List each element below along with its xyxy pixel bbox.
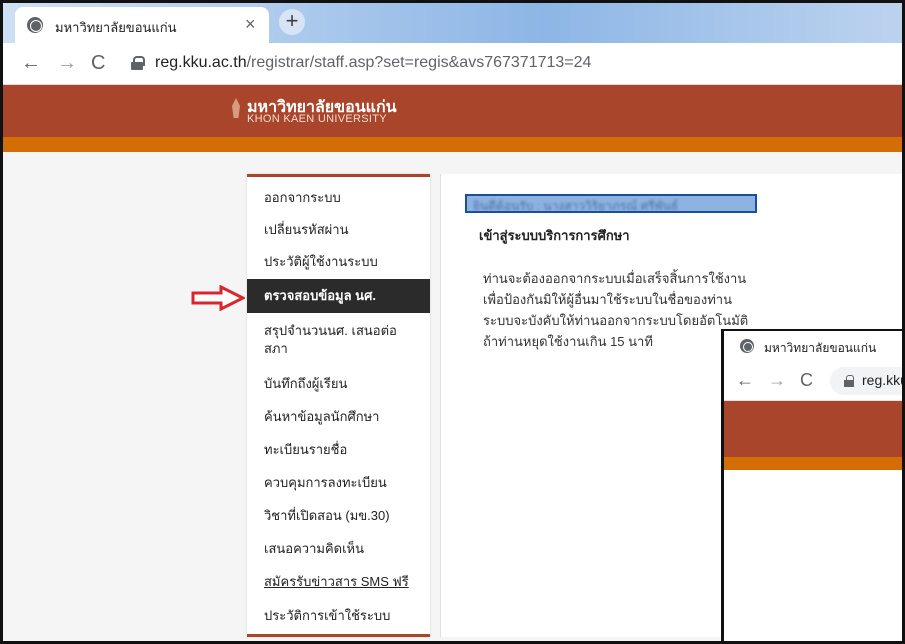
menu-item-sms-subscribe[interactable]: สมัครรับข่าวสาร SMS ฟรี <box>247 573 430 591</box>
forward-arrow-icon[interactable]: → <box>57 52 77 75</box>
forward-arrow-icon[interactable]: → <box>768 370 786 391</box>
menu-item-change-password[interactable]: เปลี่ยนรหัสผ่าน <box>247 221 430 239</box>
address-bar: ← → C reg.kku.ac.th/registrar/staff.asp?… <box>3 43 902 85</box>
new-tab-button[interactable]: + <box>279 9 305 35</box>
back-arrow-icon[interactable]: ← <box>21 52 41 75</box>
university-header: มหาวิทยาลัยขอนแก่น KHON KAEN UNIVERSITY <box>3 85 902 137</box>
menu-item-learner-notes[interactable]: บันทึกถึงผู้เรียน <box>247 375 430 393</box>
url-host: reg.kku.ac.th <box>155 54 247 71</box>
page-title: เข้าสู่ระบบบริการการศึกษา <box>479 228 630 243</box>
overlay-tab-title[interactable]: มหาวิทยาลัยขอนแก่น <box>764 339 876 358</box>
browser-tab-strip: มหาวิทยาลัยขอนแก่น × + <box>3 3 902 43</box>
orange-band <box>3 137 902 152</box>
overlay-browser-window: มหาวิทยาลัยขอนแก่น ← → C reg.kku <box>721 329 902 641</box>
welcome-text: ยินดีต้อนรับ : นางสาววิริยาภรณ์ ศรีพันธ์ <box>473 199 679 213</box>
lock-icon[interactable] <box>131 56 145 70</box>
info-paragraph: ท่านจะต้องออกจากระบบเมื่อเสร็จสิ้นการใช้… <box>483 271 749 349</box>
reload-icon[interactable]: C <box>91 52 105 75</box>
tab-title: มหาวิทยาลัยขอนแก่น <box>55 20 177 35</box>
globe-icon <box>27 17 43 33</box>
globe-icon <box>740 339 754 353</box>
welcome-banner: ยินดีต้อนรับ : นางสาววิริยาภรณ์ ศรีพันธ์ <box>465 194 757 213</box>
university-logo-icon <box>229 98 243 124</box>
back-arrow-icon[interactable]: ← <box>736 370 754 391</box>
overlay-university-header <box>724 401 902 457</box>
menu-item-courses-offered[interactable]: วิชาที่เปิดสอน (มข.30) <box>247 507 430 525</box>
menu-item-registration-control[interactable]: ควบคุมการลงทะเบียน <box>247 474 430 492</box>
menu-item-check-student-data[interactable]: ตรวจสอบข้อมูล นศ. <box>247 279 430 313</box>
menu-item-access-history[interactable]: ประวัติการเข้าใช้ระบบ <box>247 607 430 625</box>
overlay-url[interactable]: reg.kku <box>862 372 902 388</box>
browser-tab[interactable]: มหาวิทยาลัยขอนแก่น × <box>15 7 269 43</box>
url-field[interactable]: reg.kku.ac.th/registrar/staff.asp?set=re… <box>155 54 591 72</box>
overlay-tab-strip: มหาวิทยาลัยขอนแก่น <box>724 331 902 361</box>
red-arrow-icon <box>191 285 245 311</box>
menu-item-search-student[interactable]: ค้นหาข้อมูลนักศึกษา <box>247 408 430 426</box>
menu-item-feedback[interactable]: เสนอความคิดเห็น <box>247 540 430 558</box>
lock-icon <box>844 375 854 387</box>
staff-menu: ออกจากระบบ เปลี่ยนรหัสผ่าน ประวัติผู้ใช้… <box>247 174 430 637</box>
close-tab-icon[interactable]: × <box>245 14 256 35</box>
screenshot-frame: มหาวิทยาลัยขอนแก่น × + ← → C reg.kku.ac.… <box>0 0 905 644</box>
menu-item-user-history[interactable]: ประวัติผู้ใช้งานระบบ <box>247 253 430 271</box>
reload-icon[interactable]: C <box>800 370 813 391</box>
menu-item-name-register[interactable]: ทะเบียนรายชื่อ <box>247 441 430 459</box>
university-name-english: KHON KAEN UNIVERSITY <box>247 113 387 125</box>
menu-item-logout[interactable]: ออกจากระบบ <box>247 189 430 207</box>
overlay-address-bar: ← → C reg.kku <box>724 361 902 401</box>
menu-item-student-summary[interactable]: สรุปจำนวนนศ. เสนอต่อสภา <box>247 322 417 358</box>
url-path: /registrar/staff.asp?set=regis&avs767371… <box>246 54 592 71</box>
overlay-orange-band <box>724 457 902 470</box>
